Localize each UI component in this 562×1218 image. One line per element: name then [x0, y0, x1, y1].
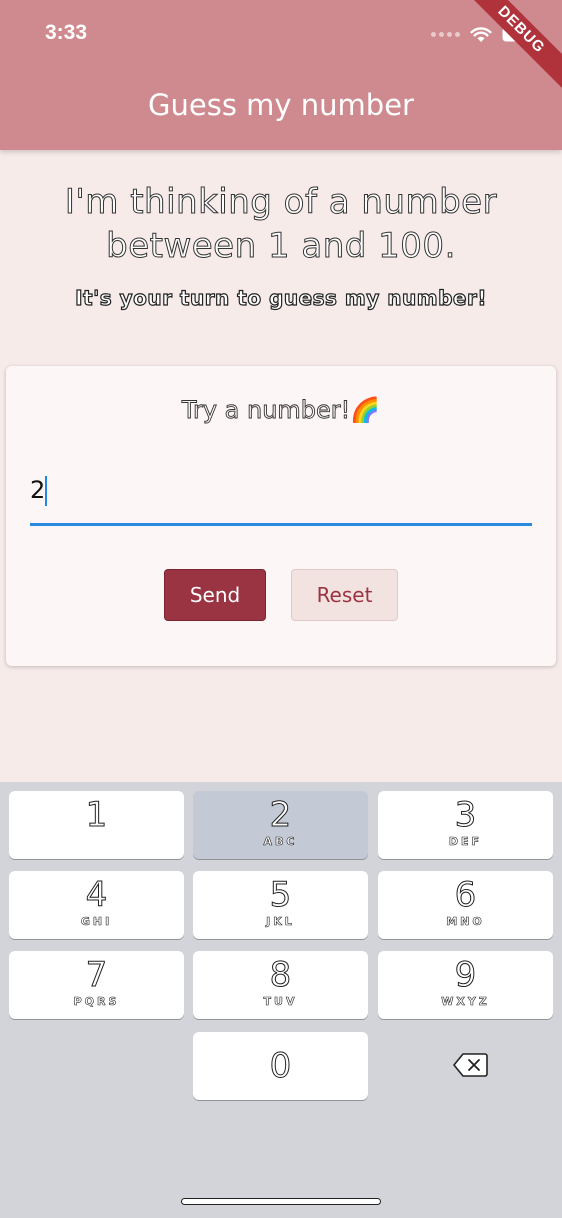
- app-bar: 3:33 Guess my number DEBUG: [0, 0, 562, 150]
- instruction-text: It's your turn to guess my number!: [74, 285, 487, 310]
- card-title: Try a number!🌈: [6, 396, 556, 425]
- headline-line-1: I'm thinking of a number: [64, 182, 498, 223]
- send-button[interactable]: Send: [164, 569, 266, 621]
- key-5-digit: 5: [269, 875, 292, 916]
- key-7-letters: PQRS: [73, 995, 120, 1009]
- key-8-digit: 8: [269, 955, 292, 996]
- headline: I'm thinking of a number between 1 and 1…: [0, 180, 562, 268]
- key-2-letters: ABC: [263, 835, 298, 849]
- headline-line-2: between 1 and 100.: [106, 226, 456, 267]
- key-4-letters: GHI: [80, 915, 113, 929]
- key-9[interactable]: 9 WXYZ: [378, 951, 553, 1019]
- key-5[interactable]: 5 JKL: [193, 871, 368, 939]
- key-7-digit: 7: [85, 955, 108, 996]
- app-title: Guess my number: [148, 88, 414, 122]
- key-8[interactable]: 8 TUV: [193, 951, 368, 1019]
- wifi-icon: [470, 26, 492, 42]
- key-2-digit: 2: [269, 795, 292, 836]
- key-6-letters: MNO: [446, 915, 485, 929]
- key-9-letters: WXYZ: [441, 995, 490, 1009]
- text-caret: [45, 476, 47, 506]
- key-3-letters: DEF: [448, 835, 483, 849]
- backspace-icon[interactable]: [452, 1052, 488, 1078]
- key-2[interactable]: 2 ABC: [193, 791, 368, 859]
- key-7[interactable]: 7 PQRS: [9, 951, 184, 1019]
- key-9-digit: 9: [454, 955, 477, 996]
- status-time: 3:33: [45, 21, 88, 44]
- key-0[interactable]: 0: [193, 1032, 368, 1100]
- guess-card: Try a number!🌈 2 Send Reset: [6, 366, 556, 666]
- reset-button[interactable]: Reset: [291, 569, 398, 621]
- key-6-digit: 6: [454, 875, 477, 916]
- card-title-text: Try a number!: [181, 396, 351, 425]
- key-8-letters: TUV: [263, 995, 298, 1009]
- key-5-letters: JKL: [266, 915, 295, 929]
- key-1[interactable]: 1: [9, 791, 184, 859]
- guess-input-value[interactable]: 2: [30, 476, 45, 504]
- key-3[interactable]: 3 DEF: [378, 791, 553, 859]
- key-4-digit: 4: [85, 875, 108, 916]
- key-1-digit: 1: [85, 795, 108, 836]
- button-row: Send Reset: [6, 569, 556, 621]
- home-indicator[interactable]: [181, 1198, 381, 1205]
- key-0-digit: 0: [269, 1046, 292, 1087]
- key-4[interactable]: 4 GHI: [9, 871, 184, 939]
- guess-input[interactable]: 2: [30, 466, 532, 526]
- key-3-digit: 3: [454, 795, 477, 836]
- rainbow-icon: 🌈: [350, 396, 381, 424]
- key-6[interactable]: 6 MNO: [378, 871, 553, 939]
- debug-banner: DEBUG: [452, 0, 562, 99]
- input-underline: [30, 523, 532, 526]
- signal-icon: [431, 31, 460, 37]
